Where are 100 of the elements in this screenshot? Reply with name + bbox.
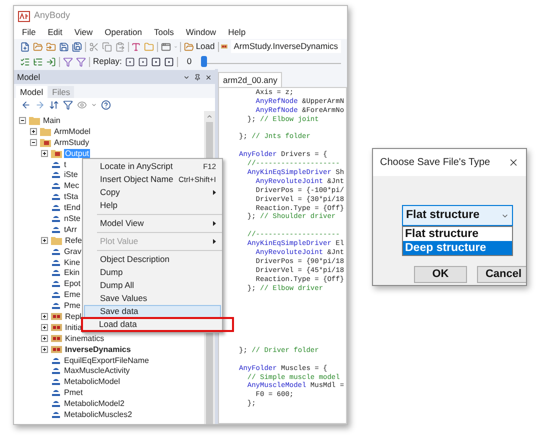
menu-item[interactable]: File: [22, 26, 36, 39]
filter-icon[interactable]: [76, 56, 86, 66]
menu-item[interactable]: Dump All: [84, 279, 221, 292]
step-icon[interactable]: [164, 56, 174, 66]
menu-item[interactable]: Save data: [84, 305, 221, 318]
menu-item[interactable]: Save Values: [84, 292, 221, 305]
dialog-button[interactable]: OK: [414, 266, 467, 283]
expand-icon[interactable]: [41, 334, 48, 342]
editor-tab[interactable]: arm2d_00.any: [218, 72, 282, 87]
tree-item[interactable]: InverseDynamics: [64, 344, 132, 354]
scroll-up-icon[interactable]: [206, 113, 213, 120]
tree-item[interactable]: Refe: [64, 236, 83, 245]
expand-icon[interactable]: [41, 324, 48, 331]
tree-item[interactable]: MetabolicModel2: [63, 399, 126, 408]
operation-icon: [51, 312, 62, 321]
tree-item[interactable]: EquilEqExportFileName: [63, 356, 150, 365]
menu-item[interactable]: Object Description: [84, 253, 221, 266]
menu-item[interactable]: Window: [186, 26, 216, 39]
dialog-button[interactable]: Cancel: [477, 266, 526, 283]
study-field[interactable]: ArmStudy.InverseDynamics: [230, 40, 341, 53]
panel-tab[interactable]: Files: [48, 86, 74, 98]
menu-item[interactable]: Model View: [84, 217, 221, 230]
close-icon[interactable]: [508, 157, 519, 168]
tree-item[interactable]: Ekin: [63, 268, 81, 278]
new-file-icon[interactable]: [20, 42, 30, 52]
dropdown-option[interactable]: Deep structure: [403, 241, 512, 255]
tree-item[interactable]: Kinematics: [64, 334, 106, 343]
pin-icon[interactable]: [194, 74, 201, 80]
expand-icon[interactable]: [41, 346, 48, 353]
variable-icon: [51, 388, 61, 398]
save-all-icon[interactable]: [72, 42, 82, 52]
load-button[interactable]: Load: [184, 40, 215, 53]
help-icon[interactable]: [101, 100, 111, 110]
menu-item[interactable]: Help: [84, 199, 221, 212]
variable-icon: [51, 160, 61, 168]
structure-dropdown[interactable]: Flat structure: [402, 205, 513, 226]
panel-title: Model: [17, 70, 42, 84]
tree-item[interactable]: ArmStudy: [53, 138, 90, 147]
copy-icon[interactable]: [102, 42, 112, 52]
tree-item[interactable]: MaxMuscleActivity: [63, 366, 131, 376]
arrow-icon[interactable]: [46, 56, 56, 66]
menu-item[interactable]: Copy: [84, 186, 221, 199]
tree-item[interactable]: Kine: [63, 258, 82, 267]
expand-icon[interactable]: [41, 236, 48, 244]
tree-item[interactable]: t: [63, 160, 68, 168]
tree-item[interactable]: Eme: [63, 290, 82, 300]
step-icon[interactable]: [150, 56, 161, 66]
filter-icon[interactable]: [63, 56, 73, 66]
filter-icon[interactable]: [63, 100, 73, 110]
eye-icon[interactable]: [77, 100, 87, 110]
replay-slider[interactable]: [200, 56, 341, 68]
expand-icon[interactable]: [41, 312, 48, 320]
menu-item[interactable]: Dump: [84, 266, 221, 279]
tree-item[interactable]: Mec: [63, 181, 80, 190]
folder-arrow-icon[interactable]: [46, 42, 56, 52]
step-icon[interactable]: [124, 56, 135, 66]
forward-icon[interactable]: [35, 100, 45, 110]
tree-list-icon[interactable]: [33, 56, 43, 66]
step-icon[interactable]: [138, 56, 148, 66]
tree-item[interactable]: Main: [42, 116, 62, 125]
tree-item[interactable]: ArmModel: [53, 126, 92, 136]
tree-item[interactable]: nSte: [63, 214, 82, 223]
expand-icon[interactable]: [41, 150, 48, 157]
open-folder-icon[interactable]: [33, 42, 43, 52]
dropdown-caret-icon[interactable]: [183, 74, 190, 80]
collapse-icon[interactable]: [30, 138, 37, 146]
close-icon[interactable]: [205, 74, 212, 80]
menu-item[interactable]: Tools: [154, 26, 174, 39]
tree-item[interactable]: Repl: [64, 312, 82, 321]
sort-icon[interactable]: [49, 100, 59, 110]
variable-icon: [51, 279, 61, 288]
tree-item[interactable]: MetabolicMuscles2: [63, 410, 134, 419]
tree-item[interactable]: tArr: [63, 224, 78, 234]
dropdown-option[interactable]: Flat structure: [403, 227, 512, 241]
tree-item[interactable]: MetabolicModel: [63, 377, 122, 386]
tree-item[interactable]: tEnd: [63, 203, 82, 212]
paste-icon[interactable]: [114, 42, 125, 52]
back-icon[interactable]: [21, 100, 31, 110]
tree-item[interactable]: iSte: [63, 170, 79, 180]
tree-item[interactable]: Epot: [63, 279, 82, 288]
font-icon[interactable]: [131, 42, 142, 52]
expand-icon[interactable]: [30, 128, 37, 135]
window-icon[interactable]: [160, 42, 171, 52]
menu-item[interactable]: Help: [228, 26, 246, 39]
list-icon[interactable]: [20, 56, 30, 66]
save-icon[interactable]: [59, 42, 69, 52]
tree-item[interactable]: Pme: [63, 301, 82, 310]
tree-item[interactable]: Pmet: [63, 388, 84, 398]
menu-item[interactable]: View: [74, 26, 93, 39]
code-editor[interactable]: [218, 87, 347, 424]
collapse-icon[interactable]: [19, 116, 26, 124]
panel-tab[interactable]: Model: [16, 86, 48, 98]
slider-thumb[interactable]: [200, 56, 207, 66]
tree-item[interactable]: Grav: [63, 246, 82, 256]
open-folder-icon: [184, 42, 194, 52]
menu-item[interactable]: Operation: [104, 26, 142, 39]
tree-item[interactable]: tSta: [63, 192, 80, 202]
menu-item[interactable]: Edit: [48, 26, 62, 39]
cut-icon[interactable]: [88, 42, 99, 52]
menu-item[interactable]: Load data: [81, 317, 234, 332]
